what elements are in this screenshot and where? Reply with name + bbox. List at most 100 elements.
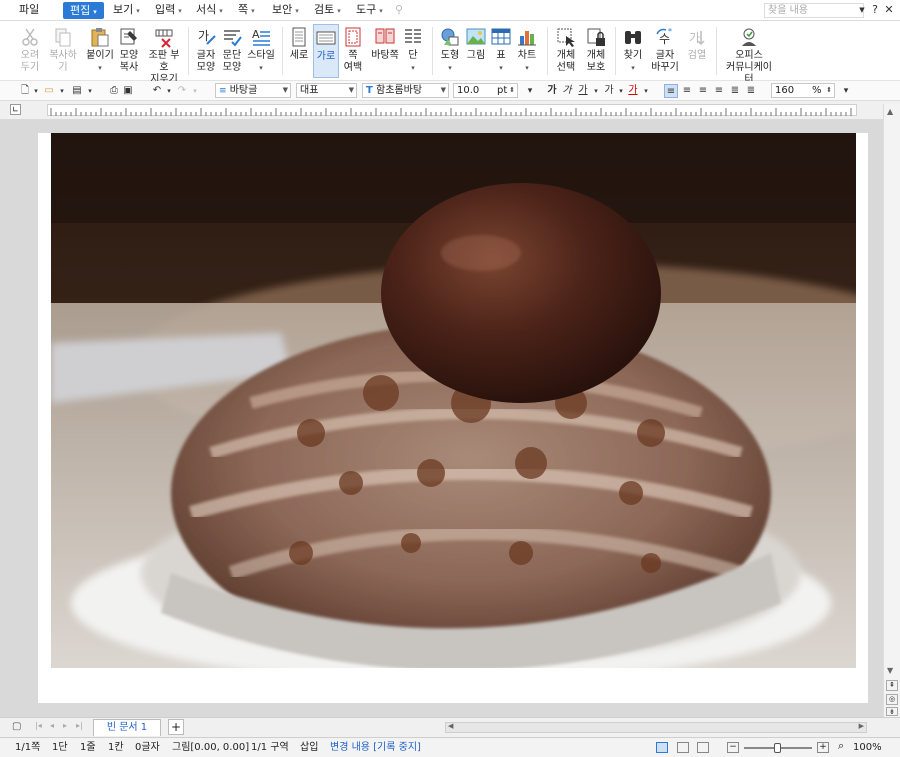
menu-tools[interactable]: 도구 ▾ — [356, 0, 383, 20]
page-margin-button[interactable]: 쪽 여백 — [340, 24, 366, 78]
style-select[interactable]: ≡ 바탕글 ▼ — [215, 83, 291, 98]
quick-access-icon[interactable]: ⚲ — [395, 0, 403, 20]
style-button[interactable]: A 스타일 ▾ — [246, 24, 276, 78]
tab-document-1[interactable]: 빈 문서 1 — [93, 719, 161, 736]
portrait-label: 세로 — [289, 50, 309, 61]
chevron-down-icon[interactable]: ▾ — [55, 84, 69, 98]
menu-security[interactable]: 보안 ▾ — [272, 0, 299, 20]
char-shape-button[interactable]: 가 글자 모양 — [193, 24, 219, 78]
chevron-down-icon[interactable]: ▾ — [839, 84, 853, 98]
menu-file[interactable]: 파일 — [19, 0, 39, 20]
columns-button[interactable]: 단 ▾ — [401, 24, 425, 78]
find-input[interactable]: 찾을 내용 — [764, 3, 864, 18]
italic-button[interactable]: 가 — [560, 84, 574, 98]
chevron-down-icon[interactable]: ▾ — [29, 84, 43, 98]
office-communicator-button[interactable]: 오피스 커뮤니케이터 — [722, 24, 776, 85]
landscape-button[interactable]: 가로 — [313, 24, 339, 78]
chevron-down-icon[interactable]: ▾ — [188, 84, 202, 98]
status-track-changes[interactable]: 변경 내용 [기록 중지] — [330, 738, 421, 757]
horizontal-scrollbar[interactable]: ◀ ▶ — [445, 722, 867, 733]
align-justify-icon[interactable]: ≡ — [664, 84, 678, 98]
save-icon[interactable]: ▤ — [70, 84, 84, 98]
scroll-down-icon[interactable]: ▼ — [887, 666, 893, 675]
font-select[interactable]: T 함초롬바탕 ▼ — [362, 83, 449, 98]
print-icon[interactable]: ⎙ — [107, 84, 121, 98]
master-page-button[interactable]: 바탕쪽 — [371, 24, 399, 78]
page-margin-icon — [345, 27, 361, 47]
align-center-icon[interactable]: ≡ — [696, 84, 710, 98]
underline-button[interactable]: 가 — [576, 84, 590, 98]
cut-button[interactable]: 오려 두기 — [15, 24, 45, 78]
picture-button[interactable]: 그림 — [463, 24, 489, 78]
font-color-button[interactable]: 가 — [626, 84, 640, 98]
zoom-out-icon[interactable]: − — [727, 742, 739, 753]
zoom-input[interactable]: 160% ⬍ — [771, 83, 835, 98]
find-button[interactable]: 찾기 ▾ — [620, 24, 646, 78]
protect-object-button[interactable]: 개체 보호 — [582, 24, 610, 78]
copy-button[interactable]: 복사하기 — [46, 24, 80, 78]
chevron-down-icon[interactable]: ▾ — [589, 84, 603, 98]
chart-button[interactable]: 차트 ▾ — [514, 24, 540, 78]
select-object-button[interactable]: 개체 선택 — [552, 24, 580, 78]
status-zoom[interactable]: 100% — [853, 738, 882, 757]
page-fit-icon[interactable] — [697, 742, 709, 753]
tab-list-icon[interactable]: ▢ — [12, 721, 21, 732]
next-page-icon[interactable]: ⇟ — [886, 707, 898, 716]
first-tab-icon[interactable]: |◂ — [35, 721, 42, 730]
page-view-icon[interactable]: ◎ — [886, 694, 898, 705]
menu-format[interactable]: 서식 ▾ — [196, 0, 223, 20]
paste-button[interactable]: 붙이기 ▾ — [85, 24, 115, 78]
scroll-right-icon[interactable]: ▶ — [859, 722, 864, 730]
print-preview-icon[interactable]: ▣ — [121, 84, 135, 98]
menu-insert[interactable]: 입력 ▾ — [155, 0, 182, 20]
font-size-input[interactable]: 10.0 pt ⬍ — [453, 83, 518, 98]
zoom-slider[interactable] — [744, 743, 812, 753]
menu-page[interactable]: 쪽 ▾ — [238, 0, 255, 20]
para-shape-button[interactable]: 문단 모양 — [219, 24, 245, 78]
open-folder-icon[interactable]: ▭ — [42, 84, 56, 98]
menu-edit[interactable]: 편집 ▾ — [63, 2, 104, 19]
align-split-icon[interactable]: ≣ — [744, 84, 758, 98]
inserted-picture[interactable] — [51, 133, 856, 668]
status-page[interactable]: 1/1쪽 — [15, 738, 40, 757]
normal-view-icon[interactable] — [656, 742, 668, 753]
chevron-down-icon[interactable]: ▾ — [639, 84, 653, 98]
menu-view[interactable]: 보기 ▾ — [113, 0, 140, 20]
full-screen-icon[interactable] — [677, 742, 689, 753]
status-insert-mode[interactable]: 삽입 — [300, 738, 318, 757]
align-distribute-icon[interactable]: ≣ — [728, 84, 742, 98]
format-painter-button[interactable]: 모양 복사 — [115, 24, 143, 78]
chevron-down-icon[interactable]: ▾ — [162, 84, 176, 98]
prev-tab-icon[interactable]: ◂ — [50, 721, 54, 730]
table-button[interactable]: 표 ▾ — [489, 24, 513, 78]
menu-review[interactable]: 검토 ▾ — [314, 0, 341, 20]
align-right-icon[interactable]: ≡ — [712, 84, 726, 98]
chevron-down-icon[interactable]: ▾ — [83, 84, 97, 98]
shapes-button[interactable]: 도형 ▾ — [437, 24, 463, 78]
help-icon[interactable]: ? — [868, 2, 882, 18]
censor-button[interactable]: 가 검열 — [684, 24, 710, 78]
bold-button[interactable]: 가 — [545, 84, 559, 98]
close-icon[interactable]: ✕ — [882, 2, 896, 18]
add-tab-button[interactable]: + — [168, 719, 184, 735]
scroll-up-icon[interactable]: ▲ — [887, 107, 893, 116]
clear-marks-button[interactable]: 조판 부호 지우기 — [145, 24, 183, 85]
align-left-icon[interactable]: ≡ — [680, 84, 694, 98]
ruler-toggle-icon[interactable]: ∟ — [10, 104, 21, 115]
zoom-in-icon[interactable]: + — [817, 742, 829, 753]
chevron-down-icon[interactable]: ▾ — [523, 84, 537, 98]
find-dropdown-icon[interactable]: ▼ — [855, 2, 869, 18]
portrait-button[interactable]: 세로 — [287, 24, 311, 78]
language-select[interactable]: 대표 ▼ — [296, 83, 357, 98]
vertical-scrollbar[interactable]: ▲ ▼ ⇞ ◎ ⇟ — [883, 104, 900, 717]
previous-page-icon[interactable]: ⇞ — [886, 680, 898, 691]
zoom-unit: % — [812, 85, 822, 96]
last-tab-icon[interactable]: ▸| — [76, 721, 83, 730]
scroll-left-icon[interactable]: ◀ — [448, 722, 453, 730]
magnifier-icon[interactable]: ⌕ — [838, 739, 844, 753]
next-tab-icon[interactable]: ▸ — [63, 721, 67, 730]
zoom-slider-thumb[interactable] — [774, 743, 781, 753]
horizontal-ruler[interactable] — [47, 104, 857, 116]
redo-icon[interactable]: ↷ — [175, 84, 189, 98]
replace-button[interactable]: 수 * 글자 바꾸기 — [648, 24, 682, 78]
